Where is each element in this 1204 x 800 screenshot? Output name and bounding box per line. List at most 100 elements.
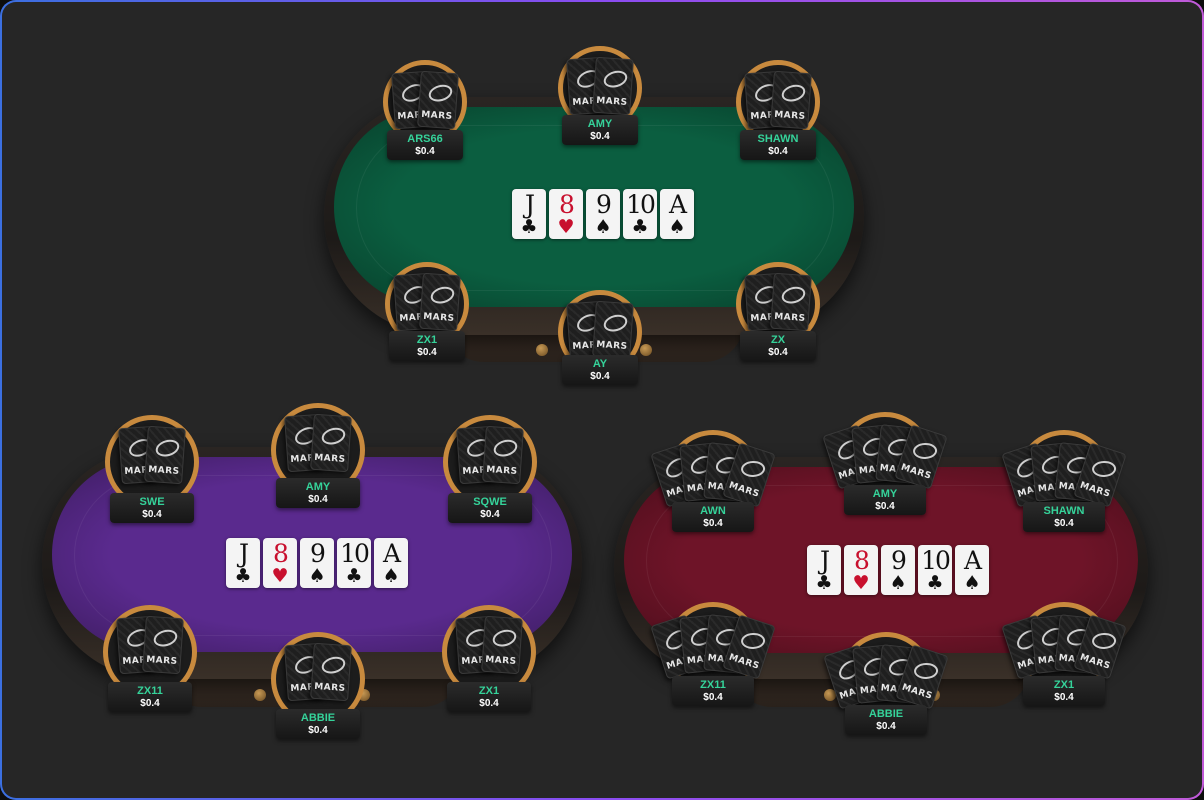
card-suit-icon: ♣ — [520, 215, 538, 238]
card-suit-icon: ♣ — [345, 564, 363, 587]
player-name: ZX11 — [700, 679, 726, 691]
player-nameplate[interactable]: AMY $0.4 — [562, 115, 638, 145]
player-stack: $0.4 — [875, 501, 895, 512]
mars-logo-icon — [601, 68, 630, 91]
community-card: J ♣ — [226, 538, 260, 588]
player-stack: $0.4 — [876, 721, 896, 732]
player-stack: $0.4 — [1054, 518, 1074, 529]
player-nameplate[interactable]: SHAWN $0.4 — [1023, 502, 1105, 532]
player-name: AMY — [305, 481, 331, 493]
player-stack: $0.4 — [308, 494, 328, 505]
community-cards: J ♣ 8 ♥ 9 ♠ 10 ♣ A ♠ — [226, 538, 408, 588]
mars-logo-icon — [490, 627, 519, 650]
card-brand-label: MARS — [595, 339, 628, 353]
card-rank: 10 — [626, 189, 656, 219]
player-nameplate[interactable]: ABBIE $0.4 — [845, 705, 927, 735]
player-nameplate[interactable]: ARS66 $0.4 — [387, 130, 463, 160]
community-card: J ♣ — [512, 189, 546, 239]
lobby-canvas: J ♣ 8 ♥ 9 ♠ 10 ♣ A ♠ MARS MARS ARS66 $0.4 MARS MARS AMY $… — [2, 2, 1202, 798]
hole-card-back: MARS — [144, 425, 186, 485]
player-stack: $0.4 — [703, 692, 723, 703]
mars-logo-icon — [319, 425, 348, 448]
card-rank: A — [963, 545, 982, 575]
player-stack: $0.4 — [590, 131, 610, 142]
player-nameplate[interactable]: ZX11 $0.4 — [108, 682, 192, 712]
player-nameplate[interactable]: ZX11 $0.4 — [672, 676, 754, 706]
card-brand-label: MARS — [1078, 652, 1112, 672]
player-nameplate[interactable]: SWE $0.4 — [110, 493, 194, 523]
player-name: ZX1 — [1053, 679, 1075, 691]
card-suit-icon: ♣ — [234, 564, 252, 587]
player-stack: $0.4 — [480, 509, 500, 520]
chip-icon — [254, 689, 266, 701]
mars-logo-icon — [779, 82, 808, 105]
mars-logo-icon — [151, 627, 180, 650]
player-nameplate[interactable]: AMY $0.4 — [844, 485, 926, 515]
card-suit-icon: ♠ — [889, 571, 907, 594]
player-stack: $0.4 — [768, 146, 788, 157]
mars-logo-icon — [601, 312, 630, 335]
hole-card-back: MARS — [310, 413, 352, 473]
card-brand-label: MARS — [147, 464, 180, 478]
card-suit-icon: ♥ — [852, 571, 870, 594]
player-nameplate[interactable]: ZX1 $0.4 — [447, 682, 531, 712]
player-stack: $0.4 — [142, 509, 162, 520]
hole-card-back: MARS — [142, 615, 184, 675]
mars-logo-icon — [1091, 632, 1117, 649]
player-name: SHAWN — [1043, 505, 1085, 517]
player-nameplate[interactable]: ZX $0.4 — [740, 331, 816, 361]
card-rank: 9 — [891, 545, 907, 575]
player-name: ZX11 — [137, 685, 163, 697]
player-name: SHAWN — [757, 133, 799, 145]
player-nameplate[interactable]: AMY $0.4 — [276, 478, 360, 508]
player-stack: $0.4 — [140, 698, 160, 709]
hole-card-back: MARS — [592, 56, 634, 116]
community-card: 8 ♥ — [549, 189, 583, 239]
community-card: 8 ♥ — [844, 545, 878, 595]
player-nameplate[interactable]: SHAWN $0.4 — [740, 130, 816, 160]
community-cards: J ♣ 8 ♥ 9 ♠ 10 ♣ A ♠ — [807, 545, 989, 595]
card-brand-label: MARS — [484, 654, 517, 668]
card-brand-label: MARS — [773, 109, 806, 123]
mars-logo-icon — [428, 284, 457, 307]
card-suit-icon: ♠ — [963, 571, 981, 594]
player-nameplate[interactable]: ZX1 $0.4 — [1023, 676, 1105, 706]
card-rank: 8 — [854, 545, 870, 575]
player-name: AMY — [872, 488, 898, 500]
player-stack: $0.4 — [479, 698, 499, 709]
card-brand-label: MARS — [899, 462, 933, 482]
community-card: 10 ♣ — [623, 189, 657, 239]
player-name: ZX — [770, 334, 786, 346]
player-nameplate[interactable]: ABBIE $0.4 — [276, 709, 360, 739]
card-suit-icon: ♣ — [926, 571, 944, 594]
community-card: 10 ♣ — [918, 545, 952, 595]
mars-logo-icon — [912, 442, 938, 459]
player-nameplate[interactable]: ZX1 $0.4 — [389, 331, 465, 361]
card-suit-icon: ♣ — [815, 571, 833, 594]
card-brand-label: MARS — [595, 95, 628, 109]
player-stack: $0.4 — [703, 518, 723, 529]
player-name: ABBIE — [868, 708, 904, 720]
card-suit-icon: ♥ — [557, 215, 575, 238]
card-rank: 10 — [340, 538, 370, 568]
player-name: AWN — [700, 505, 726, 517]
mars-logo-icon — [779, 284, 808, 307]
community-card: 9 ♠ — [881, 545, 915, 595]
player-stack: $0.4 — [590, 371, 610, 382]
community-card: 9 ♠ — [300, 538, 334, 588]
card-brand-label: MARS — [773, 311, 806, 325]
card-rank: 8 — [273, 538, 289, 568]
hole-card-back: MARS — [770, 70, 812, 130]
card-rank: J — [238, 538, 249, 568]
card-brand-label: MARS — [727, 652, 761, 672]
card-suit-icon: ♠ — [594, 215, 612, 238]
hole-card-back: MARS — [419, 272, 461, 332]
hole-card-back: MARS — [482, 425, 524, 485]
card-rank: A — [668, 189, 687, 219]
player-nameplate[interactable]: SQWE $0.4 — [448, 493, 532, 523]
player-nameplate[interactable]: AY $0.4 — [562, 355, 638, 385]
card-brand-label: MARS — [422, 311, 455, 325]
player-nameplate[interactable]: AWN $0.4 — [672, 502, 754, 532]
card-rank: J — [524, 189, 535, 219]
card-rank: A — [382, 538, 401, 568]
